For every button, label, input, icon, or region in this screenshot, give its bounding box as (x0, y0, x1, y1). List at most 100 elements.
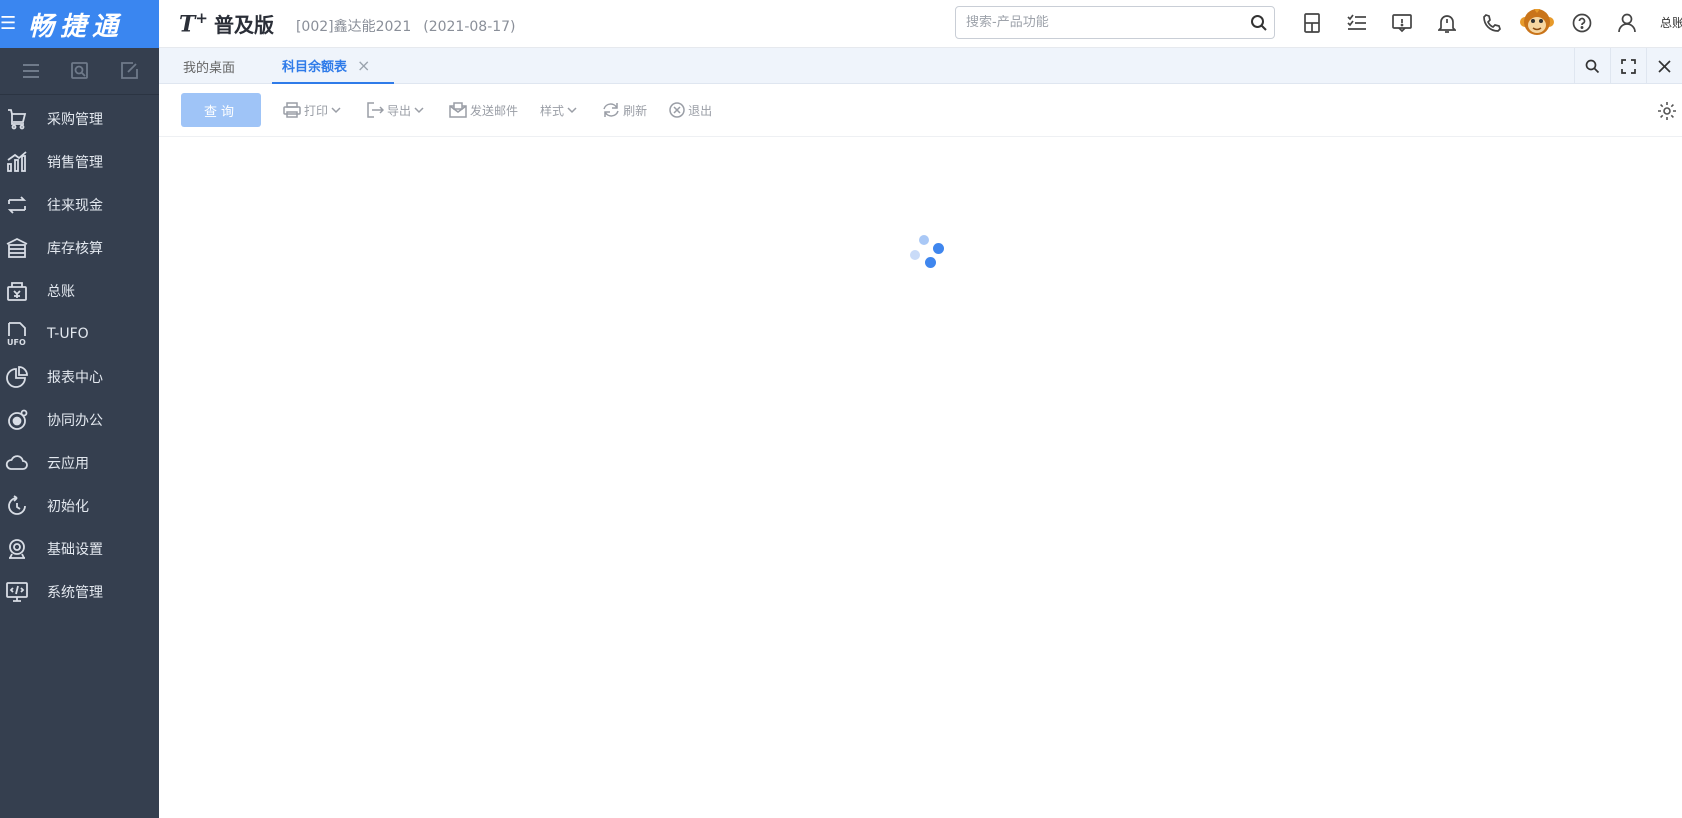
print-button[interactable]: 打印 (283, 102, 344, 119)
sidebar-item-label: 总账 (47, 283, 75, 300)
style-button[interactable]: 样式 (540, 102, 580, 119)
send-email-button[interactable]: 发送邮件 (449, 102, 518, 119)
sidebar-item-label: T-UFO (47, 325, 89, 342)
sidebar-item-ledger[interactable]: 总账 (0, 269, 159, 312)
pie-chart-icon (4, 364, 30, 390)
product-mark: T+ (179, 9, 208, 38)
sidebar-item-purchase[interactable]: 采购管理 (0, 97, 159, 140)
purchase-icon (4, 106, 30, 132)
bell-icon[interactable] (1424, 0, 1469, 46)
print-icon (283, 102, 301, 118)
task-list-icon[interactable] (1334, 0, 1379, 46)
query-button[interactable]: 查询 (181, 93, 261, 127)
tab-my-desktop[interactable]: 我的桌面 (183, 48, 235, 84)
chevron-down-icon (414, 106, 424, 113)
sidebar-item-label: 系统管理 (47, 584, 103, 601)
user-icon[interactable] (1604, 0, 1649, 46)
fullscreen-icon[interactable] (1610, 48, 1646, 84)
style-label: 样式 (540, 103, 565, 118)
refresh-icon (4, 493, 30, 519)
sidebar-item-inventory[interactable]: 库存核算 (0, 226, 159, 269)
sidebar-menu: 采购管理 销售管理 往来现金 库存核算 总账 UFO T-UFO 报表中心 协同… (0, 95, 159, 613)
sales-chart-icon (4, 149, 30, 175)
edit-doc-icon[interactable] (118, 60, 140, 82)
chevron-down-icon (331, 106, 341, 113)
sidebar-item-reports[interactable]: 报表中心 (0, 355, 159, 398)
account-info: [002]鑫达能2021 (2021-08-17) (296, 16, 516, 36)
exchange-icon (4, 192, 30, 218)
tab-subject-balance[interactable]: 科目余额表 × (272, 48, 394, 84)
monkey-avatar-icon[interactable] (1514, 6, 1559, 40)
product-edition: 普及版 (213, 13, 274, 37)
cloud-icon (4, 450, 30, 476)
monitor-code-icon (4, 579, 30, 605)
collab-icon (4, 407, 30, 433)
email-label: 发送邮件 (470, 103, 519, 118)
print-label: 打印 (304, 103, 329, 118)
account-name: [002]鑫达能2021 (295, 18, 412, 35)
account-date: (2021-08-17) (423, 18, 516, 35)
export-label: 导出 (387, 103, 412, 118)
sidebar-item-cloud[interactable]: 云应用 (0, 441, 159, 484)
header-icons (1289, 0, 1649, 46)
loading-spinner-icon (909, 235, 949, 275)
report-toolbar: 查询 打印 导出 发送邮件 样式 刷新 退出 (159, 84, 1682, 137)
sidebar-item-system[interactable]: 系统管理 (0, 570, 159, 613)
sidebar-item-label: 基础设置 (47, 541, 103, 558)
tab-bar: 我的桌面 科目余额表 × (159, 48, 1682, 84)
ledger-icon (4, 278, 30, 304)
search-icon[interactable] (1244, 14, 1274, 32)
sidebar-item-label: 库存核算 (47, 240, 103, 257)
sidebar-item-collab[interactable]: 协同办公 (0, 398, 159, 441)
sidebar-item-basic-settings[interactable]: 基础设置 (0, 527, 159, 570)
refresh-button[interactable]: 刷新 (602, 101, 647, 119)
menu-icon[interactable] (20, 60, 42, 82)
sidebar-item-label: 初始化 (47, 498, 89, 515)
exit-icon (669, 102, 685, 118)
help-icon[interactable] (1559, 0, 1604, 46)
export-icon (367, 102, 385, 118)
chevron-down-icon (567, 106, 577, 113)
email-icon (449, 102, 467, 118)
sidebar-item-sales[interactable]: 销售管理 (0, 140, 159, 183)
sidebar-item-label: 报表中心 (47, 369, 103, 386)
tab-search-icon[interactable] (1574, 48, 1610, 84)
tab-label: 科目余额表 (282, 59, 348, 75)
ufo-file-icon: UFO (4, 321, 30, 347)
refresh-label: 刷新 (623, 103, 648, 118)
brand-name: 畅捷通 (28, 11, 125, 42)
gear-icon[interactable] (1652, 84, 1682, 137)
sidebar-item-label: 协同办公 (47, 412, 103, 429)
refresh-icon (603, 103, 619, 117)
exit-button[interactable]: 退出 (669, 102, 712, 119)
close-icon[interactable]: × (357, 56, 370, 75)
sidebar-item-label: 采购管理 (47, 111, 103, 128)
sidebar-item-label: 往来现金 (47, 197, 103, 214)
user-name-label[interactable]: 总账 (1660, 14, 1682, 31)
tab-label: 我的桌面 (183, 60, 236, 76)
message-icon[interactable] (1379, 0, 1424, 46)
sidebar: 采购管理 销售管理 往来现金 库存核算 总账 UFO T-UFO 报表中心 协同… (0, 48, 159, 818)
tab-bar-tools (1574, 48, 1682, 84)
svg-text:UFO: UFO (7, 338, 26, 347)
product-logo: T+ 普及版 (179, 9, 274, 38)
report-content-area (159, 137, 1682, 818)
sidebar-tools (0, 48, 159, 95)
close-all-icon[interactable] (1646, 48, 1682, 84)
top-header: T+ 普及版 [002]鑫达能2021 (2021-08-17) 总账 (159, 0, 1682, 48)
brand-bar: ☰ 畅捷通 (0, 0, 159, 48)
search-input[interactable] (966, 15, 1244, 30)
sidebar-item-init[interactable]: 初始化 (0, 484, 159, 527)
exit-label: 退出 (688, 103, 713, 118)
menu-toggle-icon[interactable]: ☰ (0, 15, 18, 33)
sidebar-item-label: 销售管理 (47, 154, 103, 171)
calculator-icon[interactable] (1289, 0, 1334, 46)
settings-base-icon (4, 536, 30, 562)
search-field[interactable] (955, 6, 1275, 39)
search-doc-icon[interactable] (69, 60, 91, 82)
app-window: ☰ 畅捷通 采购管理 销售管理 往来现金 库存核算 总账 UFO T-UFO 报… (0, 0, 1682, 818)
export-button[interactable]: 导出 (366, 102, 427, 119)
phone-icon[interactable] (1469, 0, 1514, 46)
sidebar-item-cash[interactable]: 往来现金 (0, 183, 159, 226)
sidebar-item-tufo[interactable]: UFO T-UFO (0, 312, 159, 355)
